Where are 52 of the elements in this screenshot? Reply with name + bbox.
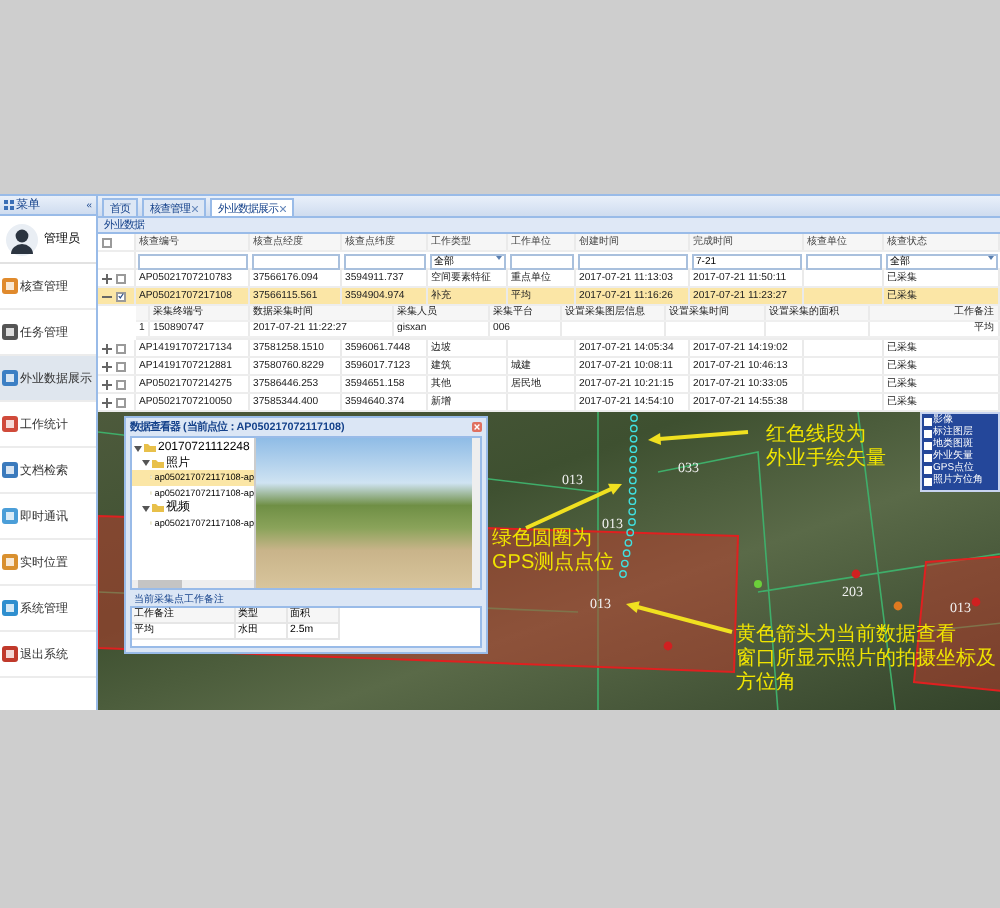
close-icon xyxy=(192,205,198,211)
scrollbar xyxy=(132,580,254,588)
app-tile-icon xyxy=(2,278,18,294)
map-pin-icon xyxy=(893,601,903,611)
plus-icon[interactable] xyxy=(102,397,112,407)
plus-icon[interactable] xyxy=(102,361,112,371)
map-pin-icon xyxy=(851,569,861,579)
plus-icon[interactable] xyxy=(102,343,112,353)
filter-field[interactable] xyxy=(252,254,340,270)
filter-field[interactable] xyxy=(344,254,426,270)
app-tile-icon xyxy=(2,370,18,386)
checkbox[interactable] xyxy=(116,379,126,389)
map-pin-icon xyxy=(754,580,762,588)
annotation-arrow xyxy=(648,430,749,446)
user-avatar-icon xyxy=(6,223,38,255)
plus-icon[interactable] xyxy=(102,379,112,389)
app-tile-icon xyxy=(2,600,18,616)
map-annotation: 外业手绘矢量 xyxy=(766,448,886,472)
map-pin-icon xyxy=(971,597,981,607)
app-tile-icon xyxy=(2,416,18,432)
checkmark-icon xyxy=(118,292,124,300)
satellite-map[interactable] xyxy=(98,412,1000,710)
annotation-arrow xyxy=(626,601,733,634)
map-annotation: 红色线段为 xyxy=(766,424,868,447)
checkbox[interactable] xyxy=(116,291,126,301)
map-annotation: 绿色圆圈为 xyxy=(492,528,594,551)
checkbox[interactable] xyxy=(102,237,112,247)
grid-icon xyxy=(4,200,14,210)
caret-icon xyxy=(496,256,502,260)
filter-field[interactable] xyxy=(806,254,882,270)
map-annotation: 窗口所显示照片的拍摄坐标及 xyxy=(736,648,996,671)
map-annotation: 方位角 xyxy=(736,672,798,696)
filter-field[interactable] xyxy=(138,254,248,270)
filter-field[interactable] xyxy=(510,254,574,270)
app-tile-icon xyxy=(2,508,18,524)
map-pin-icon xyxy=(663,641,673,651)
filter-field[interactable] xyxy=(578,254,688,270)
close-icon xyxy=(280,205,286,211)
annotation-arrow xyxy=(525,483,622,530)
app-tile-icon xyxy=(2,554,18,570)
caret-icon xyxy=(988,256,994,260)
checkbox[interactable] xyxy=(116,273,126,283)
triangle-icon xyxy=(142,503,150,512)
checkbox[interactable] xyxy=(116,397,126,407)
plus-icon[interactable] xyxy=(102,273,112,283)
app-tile-icon xyxy=(2,462,18,478)
close-icon[interactable] xyxy=(472,422,482,432)
checkbox[interactable] xyxy=(116,343,126,353)
app-tile-icon xyxy=(2,324,18,340)
app-tile-icon xyxy=(2,646,18,662)
map-annotation: GPS测点点位 xyxy=(492,552,615,576)
checkbox[interactable] xyxy=(116,361,126,371)
